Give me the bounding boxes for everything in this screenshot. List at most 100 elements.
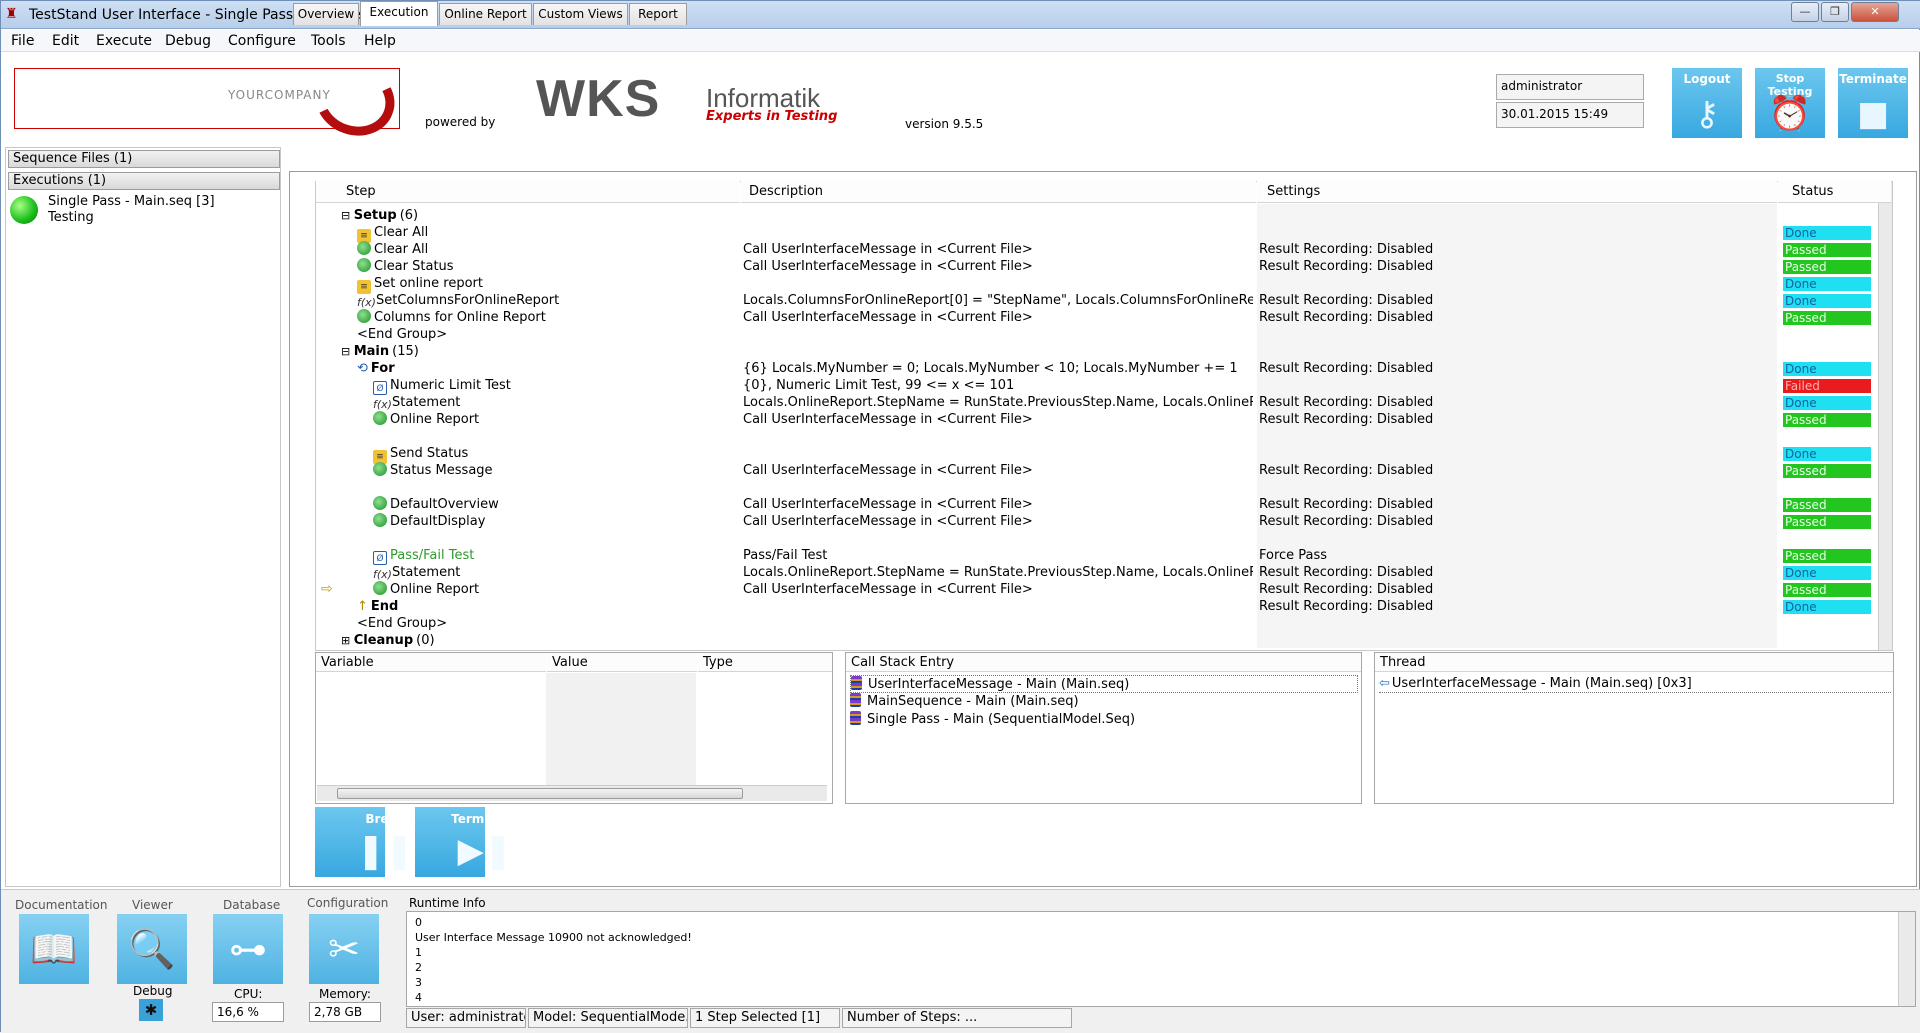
step-settings: Result Recording: Disabled xyxy=(1259,514,1434,529)
logout-label: Logout xyxy=(1683,72,1731,86)
running-status-icon xyxy=(10,196,38,224)
variables-hscrollbar[interactable] xyxy=(317,785,827,801)
hscroll-thumb[interactable] xyxy=(337,788,743,799)
step-row[interactable]: DefaultDisplay Call UserInterfaceMessage … xyxy=(317,513,1871,530)
left-panel: Sequence Files (1) Executions (1) Single… xyxy=(5,147,281,887)
step-row[interactable] xyxy=(317,479,1777,496)
break-button[interactable]: Break ❚❚ xyxy=(315,807,413,877)
step-cell: Ø Pass/Fail Test xyxy=(373,547,474,565)
step-row[interactable]: Clear All Call UserInterfaceMessage in <C… xyxy=(317,241,1871,258)
menu-tools[interactable]: Tools xyxy=(311,33,346,49)
step-name: <End Group> xyxy=(357,616,448,631)
step-name: Setup xyxy=(353,208,397,223)
execution-name: Single Pass - Main.seq [3] xyxy=(48,194,215,209)
column-header-step[interactable]: Step xyxy=(316,181,740,203)
magnifier-icon[interactable]: 🔍 xyxy=(117,914,187,984)
step-row[interactable]: ⊟ Main (15) xyxy=(317,343,1777,360)
call-stack-header[interactable]: Call Stack Entry xyxy=(846,653,1361,672)
step-row[interactable]: ≡ Set online report Done xyxy=(317,275,1871,294)
thread-entry[interactable]: ⇦ UserInterfaceMessage - Main (Main.seq) … xyxy=(1379,675,1891,693)
step-row[interactable]: DefaultOverview Call UserInterfaceMessage… xyxy=(317,496,1871,513)
step-row[interactable]: Online Report Call UserInterfaceMessage i… xyxy=(317,581,1871,598)
step-row[interactable]: <End Group> xyxy=(317,326,1777,343)
step-row[interactable]: f(x)Statement Locals.OnlineReport.StepNam… xyxy=(317,394,1871,411)
collapse-icon[interactable]: ⊟ xyxy=(341,345,354,358)
grid-scrollbar[interactable] xyxy=(1878,182,1892,650)
step-row[interactable]: ≡ Clear All Done xyxy=(317,224,1871,243)
step-row[interactable]: Status Message Call UserInterfaceMessage … xyxy=(317,462,1871,479)
menu-debug[interactable]: Debug xyxy=(165,33,211,49)
step-row[interactable] xyxy=(317,530,1777,547)
sequence-files-header[interactable]: Sequence Files (1) xyxy=(8,150,280,168)
column-header-value[interactable]: Value xyxy=(547,653,697,672)
step-cell: ↑ End xyxy=(357,598,398,615)
tab-report[interactable]: Report xyxy=(629,3,687,25)
step-cell: ⊞ Cleanup (0) xyxy=(341,632,435,649)
logout-button[interactable]: Logout ⚷ xyxy=(1672,68,1742,138)
terminate-button[interactable]: Terminate ▶❚ xyxy=(415,807,519,877)
call-stack-entry[interactable]: UserInterfaceMessage - Main (Main.seq) xyxy=(850,675,1358,693)
step-row[interactable]: ≡ Send Status Done xyxy=(317,445,1871,464)
step-row[interactable]: Ø Pass/Fail Test Pass/Fail Test Force Pass P… xyxy=(317,547,1871,565)
close-button[interactable]: ✕ xyxy=(1851,2,1899,22)
step-row[interactable]: f(x)Statement Locals.OnlineReport.StepNam… xyxy=(317,564,1871,581)
menu-configure[interactable]: Configure xyxy=(228,33,296,49)
step-cell: Online Report xyxy=(373,581,479,598)
tab-overview[interactable]: Overview xyxy=(293,3,359,25)
step-row[interactable]: f(x)SetColumnsForOnlineReport Locals.Colu… xyxy=(317,292,1871,309)
step-row[interactable]: Online Report Call UserInterfaceMessage i… xyxy=(317,411,1871,428)
maximize-button[interactable]: ❐ xyxy=(1821,2,1849,22)
menu-edit[interactable]: Edit xyxy=(52,33,79,49)
step-settings: Result Recording: Disabled xyxy=(1259,293,1434,308)
menu-file[interactable]: File xyxy=(11,33,34,49)
runtime-scrollbar[interactable] xyxy=(1898,912,1915,1006)
step-row[interactable]: Ø Numeric Limit Test {0}, Numeric Limit Te… xyxy=(317,377,1871,395)
column-header-type[interactable]: Type xyxy=(698,653,832,672)
status-badge: Done xyxy=(1783,600,1871,614)
memory-value: 2,78 GB xyxy=(309,1002,381,1022)
network-tree-icon[interactable]: ⊶ xyxy=(213,914,283,984)
tab-execution[interactable]: Execution xyxy=(360,1,438,26)
main-window: ♜ TestStand User Interface - Single Pass… xyxy=(0,0,1920,1033)
test-step-icon: Ø xyxy=(373,551,387,565)
step-row[interactable] xyxy=(317,428,1777,445)
column-header-variable[interactable]: Variable xyxy=(316,653,546,672)
minimize-button[interactable]: — xyxy=(1791,2,1819,22)
step-row[interactable]: <End Group> xyxy=(317,615,1777,632)
bug-icon[interactable]: ✱ xyxy=(139,999,163,1021)
executions-header[interactable]: Executions (1) xyxy=(8,172,280,190)
step-name: DefaultOverview xyxy=(390,497,499,512)
tab-custom-views[interactable]: Custom Views xyxy=(533,3,628,25)
step-row[interactable]: Clear Status Call UserInterfaceMessage in… xyxy=(317,258,1871,275)
version-label: version 9.5.5 xyxy=(905,117,984,131)
step-row[interactable]: ⊟ Setup (6) xyxy=(317,207,1777,224)
collapse-icon[interactable]: ⊟ xyxy=(341,209,354,222)
menu-execute[interactable]: Execute xyxy=(96,33,152,49)
execution-item[interactable]: Single Pass - Main.seq [3] Testing xyxy=(10,194,270,228)
call-stack-entry-label: MainSequence - Main (Main.seq) xyxy=(867,694,1079,709)
step-row[interactable]: ↑ End Result Recording: Disabled Done xyxy=(317,598,1871,615)
tools-icon[interactable]: ✂ xyxy=(309,914,379,984)
column-header-settings[interactable]: Settings xyxy=(1257,181,1777,203)
column-header-status[interactable]: Status xyxy=(1778,181,1891,203)
terminate-top-button[interactable]: Terminate ■ xyxy=(1838,68,1908,138)
step-row[interactable]: ⟲ For {6} Locals.MyNumber = 0; Locals.MyNu… xyxy=(317,360,1871,377)
action-step-icon xyxy=(373,496,387,510)
step-name: Status Message xyxy=(390,463,493,478)
status-badge: Done xyxy=(1783,277,1871,291)
step-cell: <End Group> xyxy=(357,326,447,343)
stop-testing-button[interactable]: Stop Testing ⏰ xyxy=(1755,68,1825,138)
thread-header[interactable]: Thread xyxy=(1375,653,1893,672)
tab-online-report[interactable]: Online Report xyxy=(439,3,532,25)
step-row[interactable]: Columns for Online Report Call UserInterf… xyxy=(317,309,1871,326)
step-row[interactable]: ⊞ Cleanup (0) xyxy=(317,632,1777,649)
step-name: For xyxy=(370,361,395,376)
call-stack-entry[interactable]: Single Pass - Main (SequentialModel.Seq) xyxy=(850,711,1135,729)
menu-help[interactable]: Help xyxy=(364,33,396,49)
step-name: Main xyxy=(353,344,390,359)
book-icon[interactable]: 📖 xyxy=(19,914,89,984)
call-stack-entry[interactable]: MainSequence - Main (Main.seq) xyxy=(850,693,1079,711)
step-cell: ⊟ Main (15) xyxy=(341,343,419,360)
column-header-description[interactable]: Description xyxy=(741,181,1256,203)
expand-icon[interactable]: ⊞ xyxy=(341,634,354,647)
